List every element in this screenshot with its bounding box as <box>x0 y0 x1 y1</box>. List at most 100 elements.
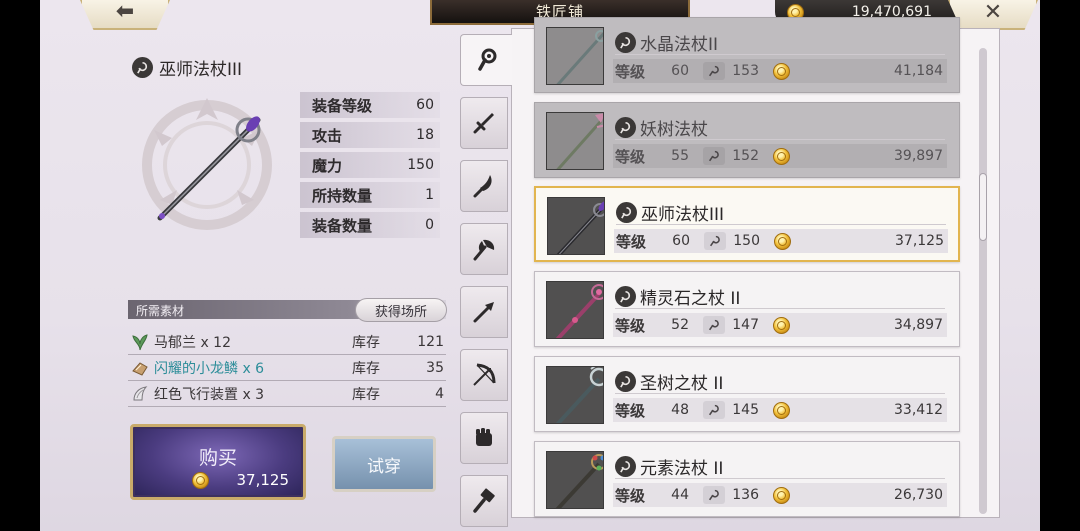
gold-coin-icon <box>773 401 790 419</box>
item-row-title: 圣树之杖 II <box>615 369 723 394</box>
stat-equip-level: 装备等级 60 <box>300 92 440 118</box>
left-arrow-icon: ⬅ <box>115 0 135 24</box>
material-name: 闪耀的小龙鳞 x 6 <box>154 360 265 377</box>
try-on-button[interactable]: 试穿 <box>332 436 436 492</box>
stat-label: 所持数量 <box>312 186 373 205</box>
level-label: 等级 <box>615 316 646 335</box>
acquisition-source-label: 获得场所 <box>374 304 427 320</box>
gold-coin-icon <box>773 62 790 80</box>
buy-label: 购买 <box>198 447 237 469</box>
material-row[interactable]: 闪耀的小龙鳞 x 6 库存 35 <box>128 355 446 381</box>
item-row-title: 元素法杖 II <box>615 454 723 479</box>
list-scroll-thumb[interactable] <box>979 173 987 241</box>
acquisition-source-button[interactable]: 获得场所 <box>355 298 447 322</box>
tab-blade[interactable] <box>460 160 508 212</box>
stat-label: 攻击 <box>312 126 343 145</box>
tab-bow[interactable] <box>460 349 508 401</box>
item-row-name: 精灵石之杖 II <box>640 289 741 309</box>
stat-label: 装备数量 <box>312 216 373 235</box>
tab-sword[interactable] <box>460 97 508 149</box>
buy-button[interactable]: 购买 37,125 <box>130 424 306 500</box>
level-label: 等级 <box>616 232 647 251</box>
staff-icon <box>556 201 604 254</box>
staff-icon <box>555 367 603 423</box>
level-label: 等级 <box>615 401 646 420</box>
item-row-info: 等级 55 152 39,897 <box>613 144 947 168</box>
item-row-info: 等级 60 153 41,184 <box>613 59 947 83</box>
item-list-row[interactable]: 圣树之杖 II 等级 48 145 33,412 <box>534 356 960 432</box>
price-value: 39,897 <box>894 148 943 164</box>
magic-staff-icon <box>704 232 726 250</box>
price-value: 33,412 <box>894 402 943 418</box>
stat-label: 装备等级 <box>312 96 373 115</box>
hammer-icon <box>473 488 495 513</box>
item-row-info: 等级 52 147 34,897 <box>613 313 947 337</box>
level-value: 48 <box>671 402 689 418</box>
tab-axe[interactable] <box>460 223 508 275</box>
material-row[interactable]: 红色飞行装置 x 3 库存 4 <box>128 381 446 407</box>
item-list-row[interactable]: 妖树法杖 等级 55 152 39,897 <box>534 102 960 178</box>
material-name: 红色飞行装置 x 3 <box>154 386 265 403</box>
staff-icon <box>556 113 603 169</box>
divider <box>616 224 946 225</box>
item-list-row[interactable]: 元素法杖 II 等级 44 136 26,730 <box>534 441 960 517</box>
level-value: 44 <box>671 487 689 503</box>
magic-staff-icon <box>703 316 725 334</box>
sword-icon <box>473 113 494 134</box>
gold-coin-icon <box>773 147 790 165</box>
divider <box>615 54 945 55</box>
scale-icon <box>132 361 148 376</box>
staff-icon <box>555 454 603 508</box>
staff-icon <box>477 48 496 71</box>
magic-value: 145 <box>732 402 759 418</box>
game-screen: ⬅ 铁匠铺 19,470,691 ✕ 巫师法杖III 装备等级 60 攻击 18… <box>0 0 1080 531</box>
tab-glove[interactable] <box>460 412 508 464</box>
item-row-info: 等级 44 136 26,730 <box>613 483 947 507</box>
item-list-row[interactable]: 水晶法杖II 等级 60 153 41,184 <box>534 17 960 93</box>
material-row[interactable]: 马郁兰 x 12 库存 121 <box>128 329 446 355</box>
item-stats: 装备等级 60 攻击 18 魔力 150 所持数量 1 装备数量 0 <box>300 92 440 242</box>
magic-value: 147 <box>732 317 759 333</box>
item-row-title: 水晶法杖II <box>615 30 718 55</box>
tab-spear[interactable] <box>460 286 508 338</box>
left-letterbox <box>0 0 40 531</box>
list-scrollbar[interactable] <box>979 48 987 514</box>
staff-type-icon <box>615 371 636 392</box>
magic-staff-icon <box>703 486 725 504</box>
stat-owned-count: 所持数量 1 <box>300 182 440 208</box>
magic-staff-icon <box>703 147 725 165</box>
gold-coin-icon <box>773 486 790 504</box>
item-list-row[interactable]: 精灵石之杖 II 等级 52 147 34,897 <box>534 271 960 347</box>
staff-type-icon <box>616 202 637 223</box>
tab-staff[interactable] <box>460 34 512 86</box>
buy-price-value: 37,125 <box>236 471 290 489</box>
item-list-row-selected[interactable]: 巫师法杖III 等级 60 150 37,125 <box>534 186 960 262</box>
category-tabs <box>460 34 512 531</box>
magic-value: 150 <box>733 233 760 249</box>
gold-coin-icon <box>774 232 791 250</box>
tab-hammer[interactable] <box>460 475 508 527</box>
magic-staff-icon <box>703 401 725 419</box>
back-button[interactable]: ⬅ <box>80 0 170 30</box>
stock-label: 库存 <box>352 360 380 377</box>
price-value: 34,897 <box>894 317 943 333</box>
divider <box>615 139 945 140</box>
magic-value: 153 <box>732 63 759 79</box>
stock-label: 库存 <box>352 334 380 351</box>
blacksmith-shop: ⬅ 铁匠铺 19,470,691 ✕ 巫师法杖III 装备等级 60 攻击 18… <box>40 0 1040 531</box>
magic-value: 152 <box>732 148 759 164</box>
curved-blade-icon <box>473 175 492 198</box>
right-letterbox <box>1040 0 1080 531</box>
buy-price: 37,125 <box>165 471 289 489</box>
stat-value: 1 <box>425 187 434 203</box>
staff-icon <box>556 30 603 84</box>
staff-icon <box>555 284 603 338</box>
magic-value: 136 <box>732 487 759 503</box>
stat-label: 魔力 <box>312 156 343 175</box>
close-button[interactable]: ✕ <box>948 0 1038 30</box>
item-row-name: 元素法杖 II <box>640 459 724 479</box>
stat-magic: 魔力 150 <box>300 152 440 178</box>
item-thumbnail <box>546 27 604 85</box>
close-x-icon: ✕ <box>983 0 1003 25</box>
try-on-label: 试穿 <box>367 456 401 477</box>
